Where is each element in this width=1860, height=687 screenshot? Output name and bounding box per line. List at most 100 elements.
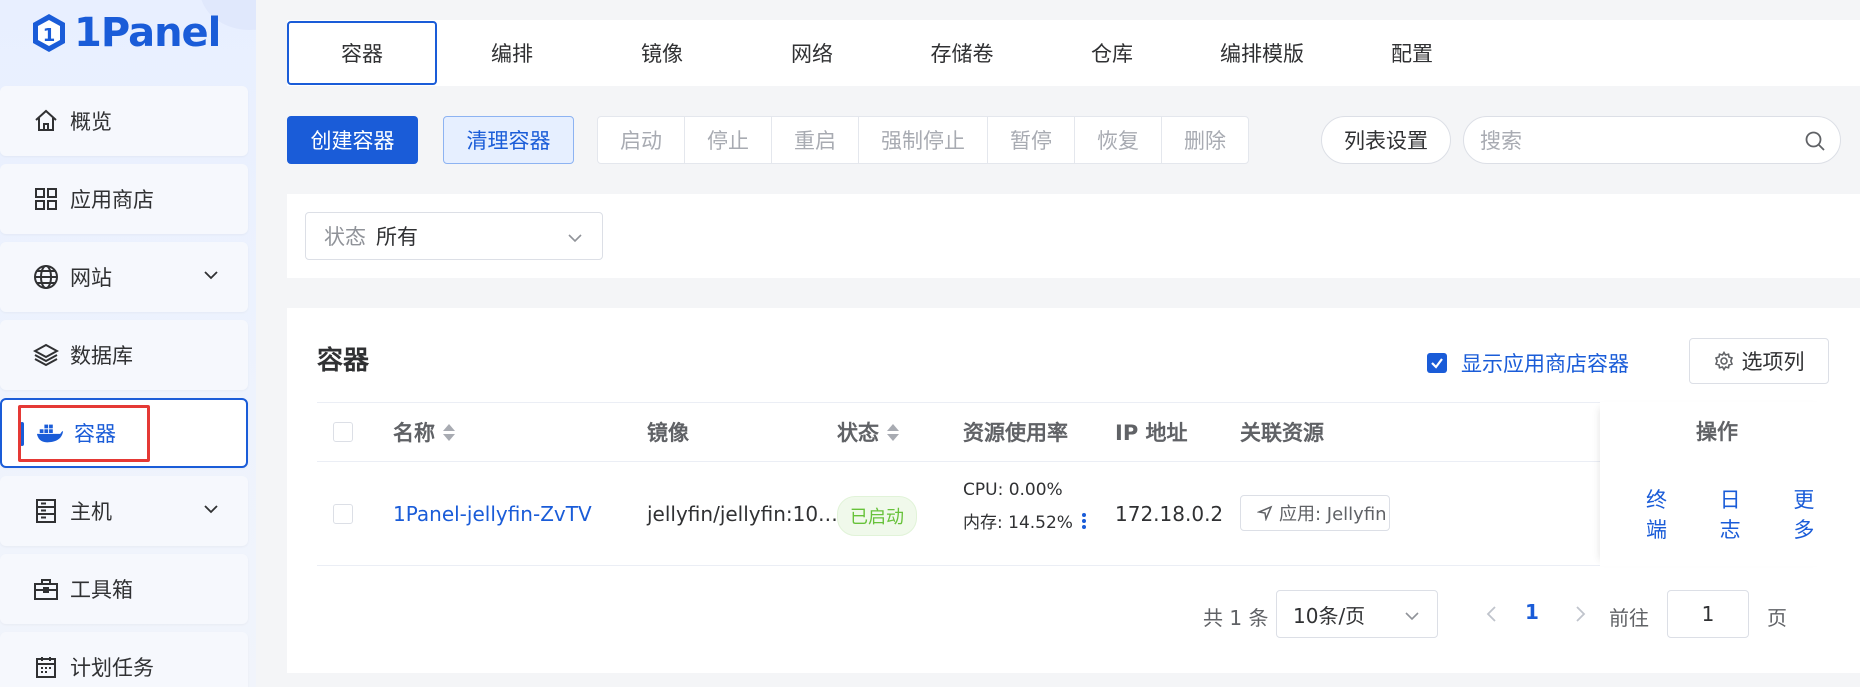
search-input[interactable] — [1480, 127, 1780, 155]
tab-settings[interactable]: 配置 — [1337, 21, 1487, 85]
tab-images[interactable]: 镜像 — [587, 21, 737, 85]
pause-button[interactable]: 暂停 — [988, 117, 1075, 163]
sort-icon[interactable] — [443, 423, 455, 441]
column-name[interactable]: 名称 — [393, 403, 455, 461]
filter-panel: 状态 所有 — [287, 194, 1860, 278]
select-all-checkbox[interactable] — [333, 422, 353, 442]
show-app-containers-checkbox[interactable] — [1427, 353, 1447, 373]
sidebar-item-website[interactable]: 网站 — [0, 242, 248, 312]
app-logo[interactable]: 1 1Panel — [30, 10, 221, 56]
page-size-select[interactable]: 10条/页 — [1276, 590, 1438, 638]
sidebar-item-label: 工具箱 — [70, 578, 133, 602]
status-filter-value: 所有 — [376, 225, 418, 249]
containers-table: 名称 镜像 状态 资源使用率 IP 地址 关联资源 1Panel-jellyfi… — [317, 402, 1829, 574]
card-title: 容器 — [317, 346, 370, 376]
memory-usage-line: 内存: 14.52% — [963, 508, 1087, 533]
start-button[interactable]: 启动 — [598, 117, 685, 163]
restart-button[interactable]: 重启 — [772, 117, 859, 163]
column-ip: IP 地址 — [1115, 421, 1188, 445]
container-tabs: 容器 编排 镜像 网络 存储卷 仓库 编排模版 配置 — [287, 20, 1860, 86]
status-filter-select[interactable]: 状态 所有 — [305, 212, 603, 260]
column-resource: 资源使用率 — [963, 421, 1068, 445]
cpu-usage: CPU: 0.00% — [963, 480, 1063, 500]
goto-page-input[interactable]: 1 — [1667, 590, 1749, 638]
toolbox-icon — [32, 575, 60, 603]
current-page[interactable]: 1 — [1525, 600, 1539, 624]
force-stop-button[interactable]: 强制停止 — [859, 117, 988, 163]
column-status-label: 状态 — [837, 421, 879, 445]
clean-containers-button[interactable]: 清理容器 — [443, 116, 574, 164]
page-size-value: 10条/页 — [1293, 603, 1366, 628]
tab-networks[interactable]: 网络 — [737, 21, 887, 85]
tab-compose[interactable]: 编排 — [437, 21, 587, 85]
column-status[interactable]: 状态 — [837, 403, 899, 461]
sidebar-item-label: 数据库 — [70, 344, 133, 368]
tab-volumes[interactable]: 存储卷 — [887, 21, 1037, 85]
related-resource-cell: 应用: Jellyfin — [1240, 495, 1390, 531]
sidebar-item-containers[interactable]: 容器 — [0, 398, 248, 468]
operations-column: 操作 终端 日志 更多 — [1600, 402, 1829, 566]
sidebar-item-label: 计划任务 — [70, 656, 154, 680]
page-suffix: 页 — [1767, 606, 1787, 630]
sidebar-item-overview[interactable]: 概览 — [0, 86, 248, 156]
memory-usage: 内存: 14.52% — [963, 513, 1073, 533]
svg-text:1: 1 — [43, 25, 56, 46]
search-icon[interactable] — [1804, 130, 1826, 152]
list-settings-button[interactable]: 列表设置 — [1321, 116, 1451, 164]
delete-button[interactable]: 删除 — [1162, 117, 1248, 163]
terminal-link[interactable]: 终端 — [1646, 484, 1682, 544]
row-checkbox[interactable] — [333, 504, 353, 524]
sidebar-item-label: 概览 — [70, 110, 112, 134]
related-app-label: 应用: Jellyfin — [1279, 504, 1387, 525]
sort-icon[interactable] — [887, 423, 899, 441]
stop-button[interactable]: 停止 — [685, 117, 772, 163]
search-box — [1463, 116, 1841, 164]
status-cell: 已启动 — [837, 496, 917, 536]
logo-hexagon-icon: 1 — [33, 14, 65, 52]
container-image: jellyfin/jellyfin:10.… — [647, 502, 845, 526]
more-vertical-icon[interactable] — [1081, 512, 1087, 530]
column-name-label: 名称 — [393, 421, 435, 445]
chevron-down-icon — [1405, 612, 1419, 621]
resource-usage-cell: CPU: 0.00% 内存: 14.52% — [963, 480, 1087, 533]
logo-text: 1Panel — [74, 10, 221, 56]
related-app-tag[interactable]: 应用: Jellyfin — [1240, 495, 1390, 531]
container-list-card: 容器 显示应用商店容器 选项列 名称 镜像 状态 资源使用率 IP 地址 关联资… — [287, 308, 1860, 673]
calendar-icon — [32, 653, 60, 681]
grid-icon — [32, 185, 60, 213]
logs-link[interactable]: 日志 — [1720, 484, 1756, 544]
tab-compose-templates[interactable]: 编排模版 — [1187, 21, 1337, 85]
status-badge: 已启动 — [837, 496, 917, 536]
resume-button[interactable]: 恢复 — [1075, 117, 1162, 163]
chevron-down-icon — [204, 271, 218, 280]
show-app-containers-label: 显示应用商店容器 — [1461, 352, 1629, 376]
column-image: 镜像 — [647, 421, 689, 445]
sidebar-item-cron[interactable]: 计划任务 — [0, 632, 248, 687]
goto-label: 前往 — [1609, 606, 1649, 630]
total-count: 共 1 条 — [1203, 606, 1269, 630]
highlight-annotation — [18, 405, 150, 462]
globe-icon — [32, 263, 60, 291]
tab-repositories[interactable]: 仓库 — [1037, 21, 1187, 85]
sidebar-item-database[interactable]: 数据库 — [0, 320, 248, 390]
chevron-left-icon[interactable] — [1483, 604, 1501, 624]
status-filter-label: 状态 — [324, 225, 366, 249]
server-icon — [32, 497, 60, 525]
container-action-group: 启动 停止 重启 强制停止 暂停 恢复 删除 — [597, 116, 1249, 164]
container-name-link[interactable]: 1Panel-jellyfin-ZvTV — [393, 502, 592, 526]
sidebar-item-host[interactable]: 主机 — [0, 476, 248, 546]
container-ip: 172.18.0.2 — [1115, 502, 1224, 526]
sidebar-item-toolbox[interactable]: 工具箱 — [0, 554, 248, 624]
more-link[interactable]: 更多 — [1793, 484, 1829, 544]
select-all-cell — [333, 403, 353, 461]
tab-containers[interactable]: 容器 — [287, 21, 437, 85]
sidebar-item-label: 主机 — [70, 500, 112, 524]
show-app-containers-toggle[interactable]: 显示应用商店容器 — [1427, 348, 1629, 378]
sidebar-item-app-store[interactable]: 应用商店 — [0, 164, 248, 234]
chevron-right-icon[interactable] — [1571, 604, 1589, 624]
toolbar: 创建容器 清理容器 启动 停止 重启 强制停止 暂停 恢复 删除 列表设置 — [287, 116, 1860, 164]
create-container-button[interactable]: 创建容器 — [287, 116, 418, 164]
column-options-button[interactable]: 选项列 — [1689, 338, 1829, 384]
sidebar: 1 1Panel 概览 应用商店 网站 数据库 容器 主机 工具箱 计划任务 — [0, 0, 256, 687]
column-related: 关联资源 — [1240, 421, 1324, 445]
